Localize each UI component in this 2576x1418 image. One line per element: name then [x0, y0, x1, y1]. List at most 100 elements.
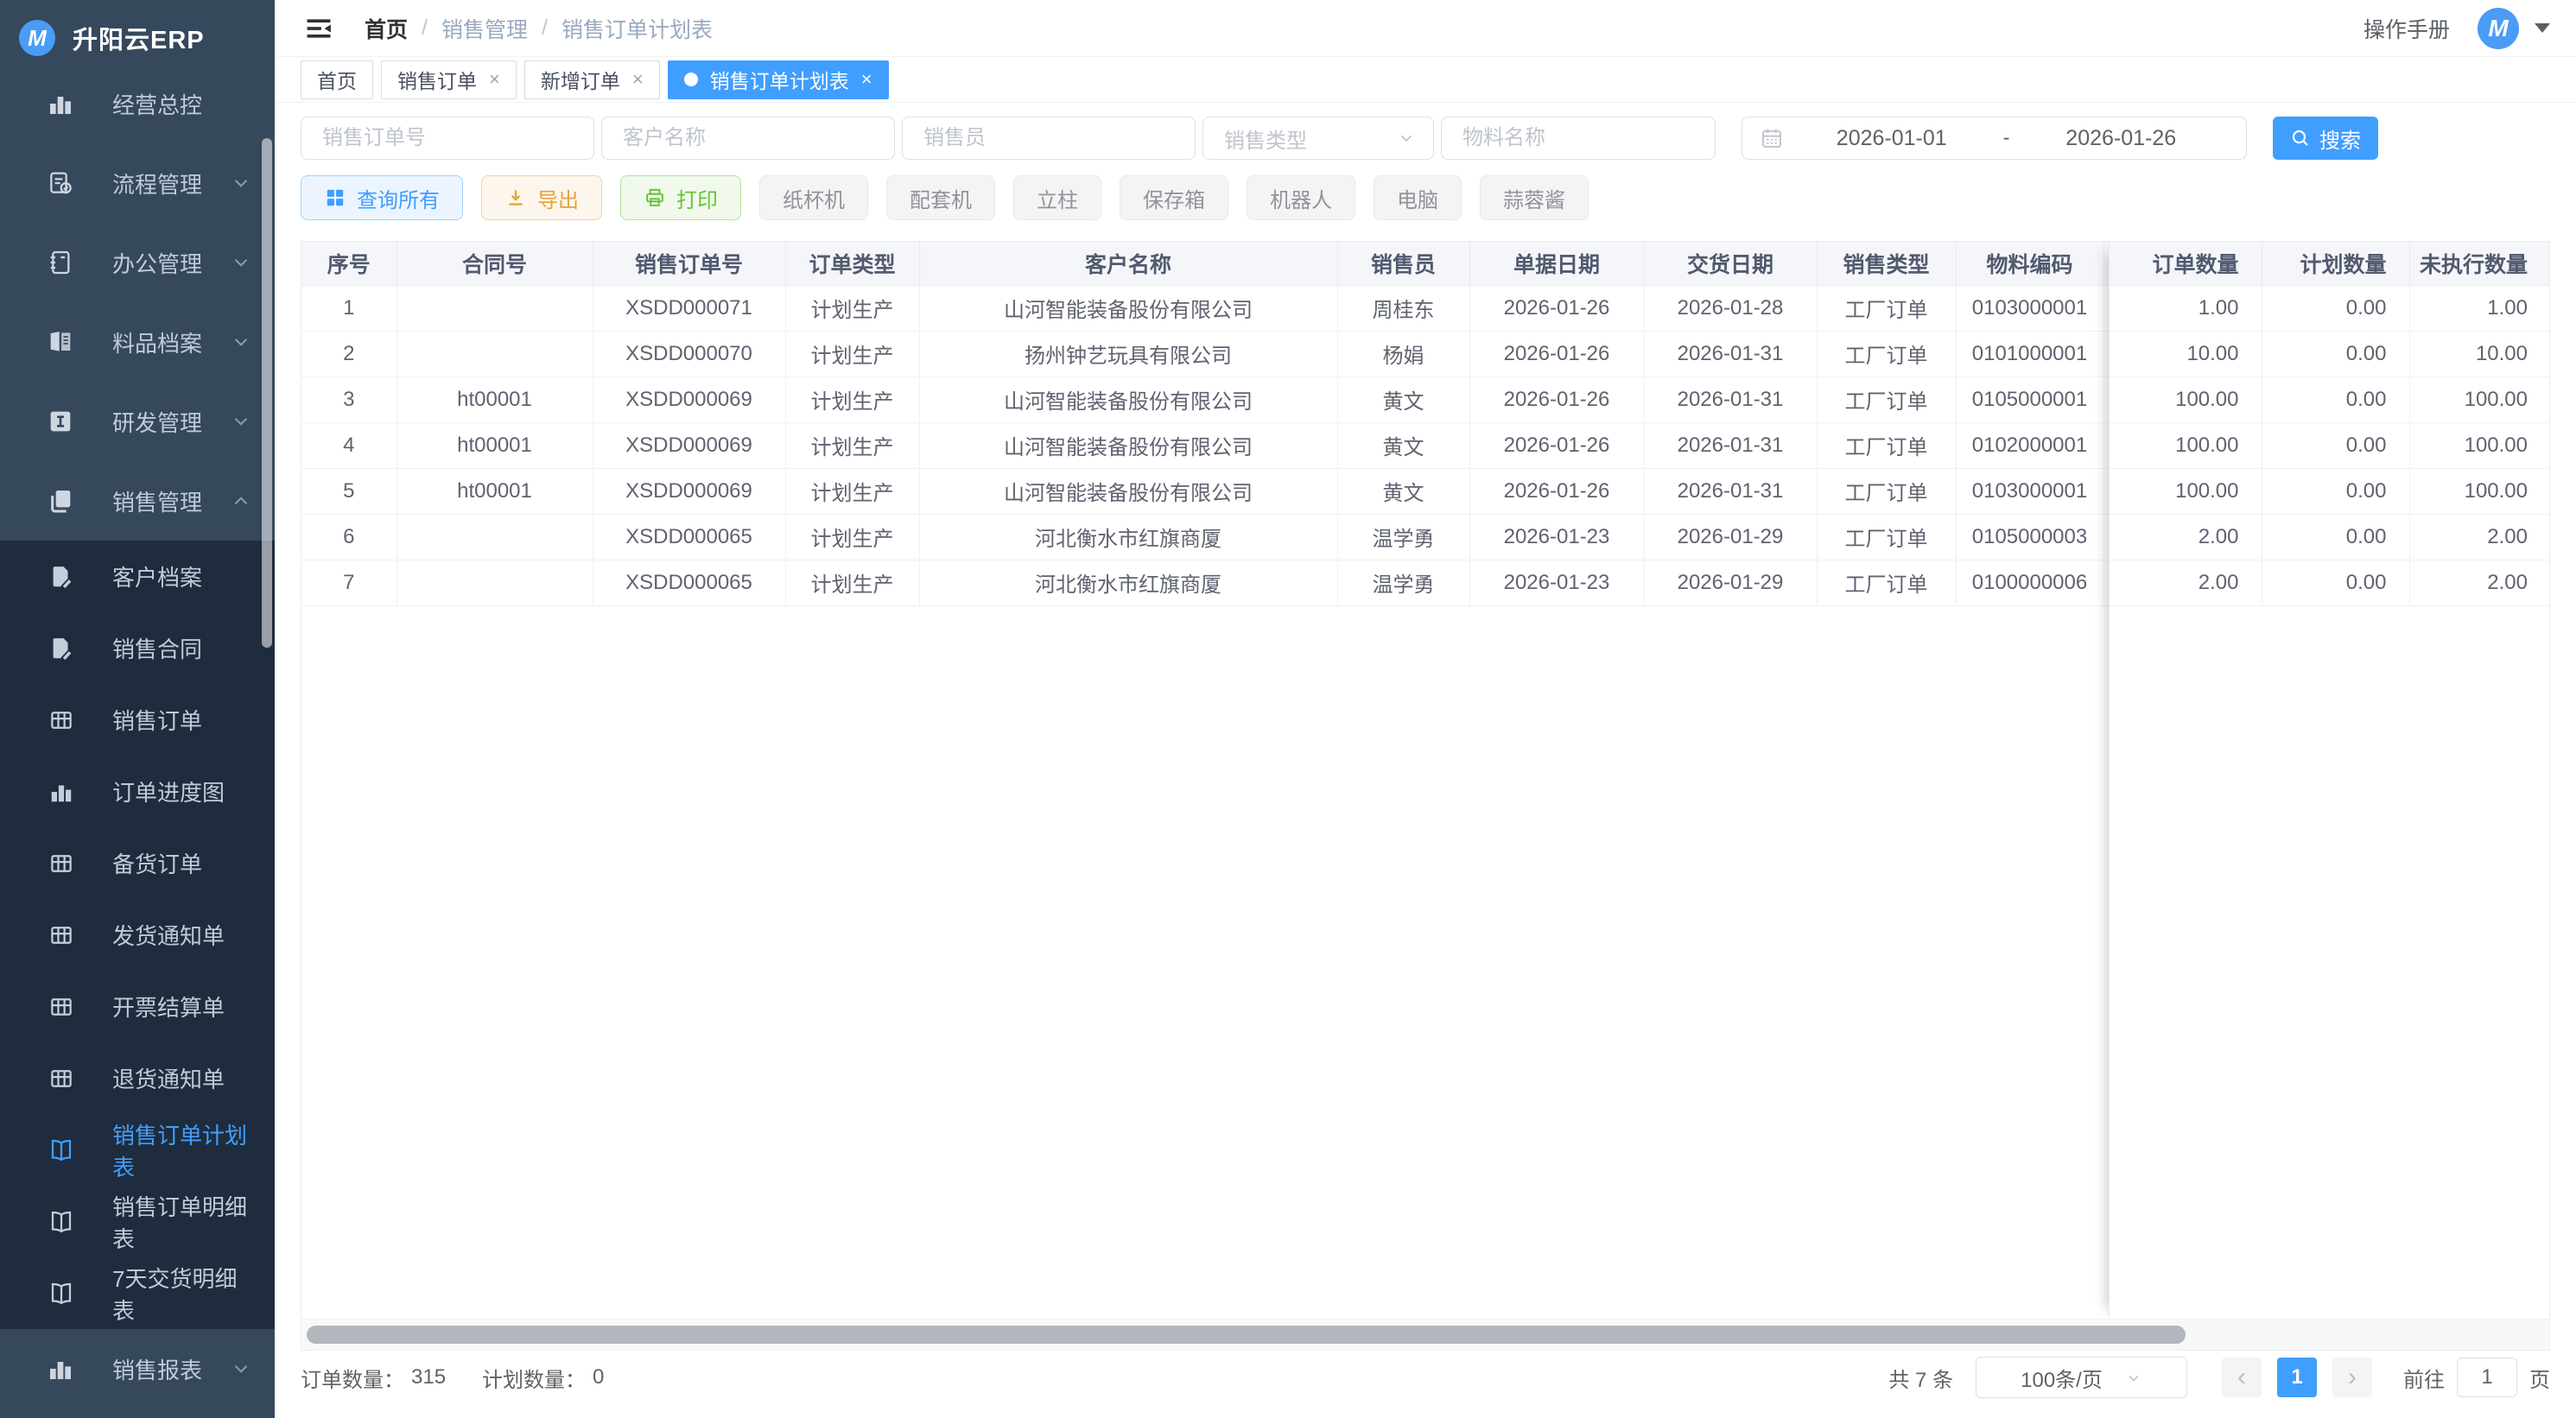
plan-total-value: 0: [593, 1365, 604, 1390]
sidebar-item-sales-order-plan[interactable]: 销售订单计划表: [0, 1114, 275, 1186]
sidebar-item-stock-order[interactable]: 备货订单: [0, 827, 275, 899]
date-start-value[interactable]: 2026-01-01: [1784, 126, 2000, 151]
export-button[interactable]: 导出: [481, 175, 602, 220]
table-row[interactable]: 100.000.00100.00: [2110, 468, 2550, 514]
button-label: 查询所有: [357, 183, 440, 213]
sidebar-item-order-progress-chart[interactable]: 订单进度图: [0, 756, 275, 827]
manual-link[interactable]: 操作手册: [2363, 13, 2450, 44]
sidebar-item-label: 开票结算单: [112, 991, 225, 1022]
sidebar-item-sales-contract[interactable]: 销售合同: [0, 612, 275, 684]
sidebar-item-return-notice[interactable]: 退货通知单: [0, 1042, 275, 1114]
close-icon[interactable]: ×: [861, 68, 872, 91]
documents-icon: [47, 487, 74, 515]
scrollbar-thumb[interactable]: [307, 1326, 2186, 1344]
col-order-qty[interactable]: 订单数量: [2110, 242, 2262, 285]
sidebar-item-rd-management[interactable]: 研发管理: [0, 382, 275, 461]
material-name-input[interactable]: [1441, 117, 1716, 160]
table-row[interactable]: 100.000.00100.00: [2110, 377, 2550, 422]
current-page-button[interactable]: 1: [2277, 1358, 2317, 1397]
breadcrumb-home[interactable]: 首页: [365, 13, 408, 44]
app-window: M 升阳云ERP 经营总控 流程管理 办公管理 料品档案: [0, 0, 2576, 1418]
sidebar-item-label: 销售订单明细表: [112, 1190, 252, 1254]
sidebar-item-business-overview[interactable]: 经营总控: [0, 64, 275, 143]
col-order-no[interactable]: 销售订单号: [593, 242, 785, 285]
garlic-sauce-button[interactable]: 蒜蓉酱: [1480, 175, 1589, 220]
search-button[interactable]: 搜索: [2273, 117, 2378, 160]
avatar[interactable]: M: [2478, 8, 2519, 49]
chevron-up-icon: [230, 490, 252, 512]
breadcrumb-sales-management[interactable]: 销售管理: [441, 13, 528, 44]
chevron-down-icon: [230, 331, 252, 353]
sidebar-item-material-archives[interactable]: 料品档案: [0, 302, 275, 382]
col-plan-qty[interactable]: 计划数量: [2262, 242, 2409, 285]
horizontal-scrollbar[interactable]: [301, 1319, 2549, 1350]
col-customer[interactable]: 客户名称: [919, 242, 1337, 285]
prev-page-button[interactable]: ‹: [2222, 1358, 2262, 1397]
sidebar-item-customer-archives[interactable]: 客户档案: [0, 541, 275, 612]
column-button[interactable]: 立柱: [1013, 175, 1101, 220]
date-range-picker[interactable]: 2026-01-01 - 2026-01-26: [1742, 117, 2247, 160]
book-icon: [47, 328, 74, 356]
salesman-input[interactable]: [902, 117, 1196, 160]
sidebar-item-office-management[interactable]: 办公管理: [0, 223, 275, 302]
action-button-row: 查询所有 导出 打印 纸杯机 配套机 立柱 保存箱 机器人 电脑 蒜蓉酱: [301, 175, 2550, 220]
tab-new-order[interactable]: 新增订单 ×: [524, 60, 660, 99]
breadcrumb: 首页 / 销售管理 / 销售订单计划表: [365, 13, 713, 44]
sidebar-scrollbar[interactable]: [262, 138, 272, 648]
close-icon[interactable]: ×: [489, 68, 500, 91]
sidebar-item-shipping-notice[interactable]: 发货通知单: [0, 899, 275, 971]
sidebar-item-7day-delivery-detail[interactable]: 7天交货明细表: [0, 1257, 275, 1329]
sidebar-item-invoice-settlement[interactable]: 开票结算单: [0, 971, 275, 1042]
matching-machine-button[interactable]: 配套机: [886, 175, 995, 220]
date-end-value[interactable]: 2026-01-26: [2014, 126, 2230, 151]
caret-down-icon[interactable]: [2535, 23, 2550, 33]
header-row: 订单数量 计划数量 未执行数量: [2110, 242, 2550, 285]
col-material-code[interactable]: 物料编码: [1956, 242, 2103, 285]
col-doc-date[interactable]: 单据日期: [1469, 242, 1644, 285]
search-button-label: 搜索: [2319, 123, 2361, 154]
table-row[interactable]: 100.000.00100.00: [2110, 422, 2550, 468]
clipboard-check-icon: [47, 169, 74, 197]
next-page-button[interactable]: ›: [2332, 1358, 2372, 1397]
table-row[interactable]: 2.000.002.00: [2110, 514, 2550, 560]
col-contract[interactable]: 合同号: [397, 242, 593, 285]
doc-edit-icon: [48, 564, 74, 590]
plan-total-label: 计划数量：: [482, 1363, 586, 1393]
sidebar-item-label: 研发管理: [112, 406, 202, 438]
tab-home[interactable]: 首页: [301, 60, 373, 99]
sidebar-item-sales-management[interactable]: 销售管理: [0, 461, 275, 541]
col-unexec-qty[interactable]: 未执行数量: [2409, 242, 2550, 285]
goto-page-input[interactable]: [2457, 1358, 2517, 1397]
query-all-button[interactable]: 查询所有: [301, 175, 463, 220]
storage-box-button[interactable]: 保存箱: [1120, 175, 1228, 220]
sidebar-item-label: 办公管理: [112, 247, 202, 279]
totals-summary: 订单数量： 315 计划数量： 0: [301, 1363, 604, 1393]
page-size-select[interactable]: 100条/页: [1976, 1357, 2187, 1398]
chevron-down-icon: [2125, 1369, 2142, 1386]
sidebar-item-process-management[interactable]: 流程管理: [0, 143, 275, 223]
col-seq[interactable]: 序号: [301, 242, 397, 285]
sales-type-select[interactable]: 销售类型: [1202, 117, 1434, 160]
sidebar-item-sales-order[interactable]: 销售订单: [0, 684, 275, 756]
table-row[interactable]: 10.000.0010.00: [2110, 331, 2550, 377]
chart-icon: [48, 779, 74, 805]
col-order-type[interactable]: 订单类型: [785, 242, 919, 285]
robot-button[interactable]: 机器人: [1247, 175, 1355, 220]
col-delivery-date[interactable]: 交货日期: [1644, 242, 1817, 285]
paper-cup-machine-button[interactable]: 纸杯机: [759, 175, 868, 220]
print-button[interactable]: 打印: [620, 175, 741, 220]
table-row[interactable]: 1.000.001.00: [2110, 285, 2550, 331]
collapse-sidebar-icon[interactable]: [304, 14, 333, 43]
col-sales-type[interactable]: 销售类型: [1817, 242, 1956, 285]
order-no-input[interactable]: [301, 117, 594, 160]
tab-sales-order[interactable]: 销售订单 ×: [381, 60, 517, 99]
table-row[interactable]: 2.000.002.00: [2110, 560, 2550, 605]
close-icon[interactable]: ×: [632, 68, 644, 91]
customer-name-input[interactable]: [601, 117, 895, 160]
computer-button[interactable]: 电脑: [1374, 175, 1462, 220]
col-salesman[interactable]: 销售员: [1337, 242, 1469, 285]
doc-edit-icon: [48, 636, 74, 662]
sidebar-item-sales-order-detail[interactable]: 销售订单明细表: [0, 1186, 275, 1257]
tab-sales-order-plan[interactable]: 销售订单计划表 ×: [668, 60, 889, 99]
sidebar-item-sales-reports[interactable]: 销售报表: [0, 1329, 275, 1409]
